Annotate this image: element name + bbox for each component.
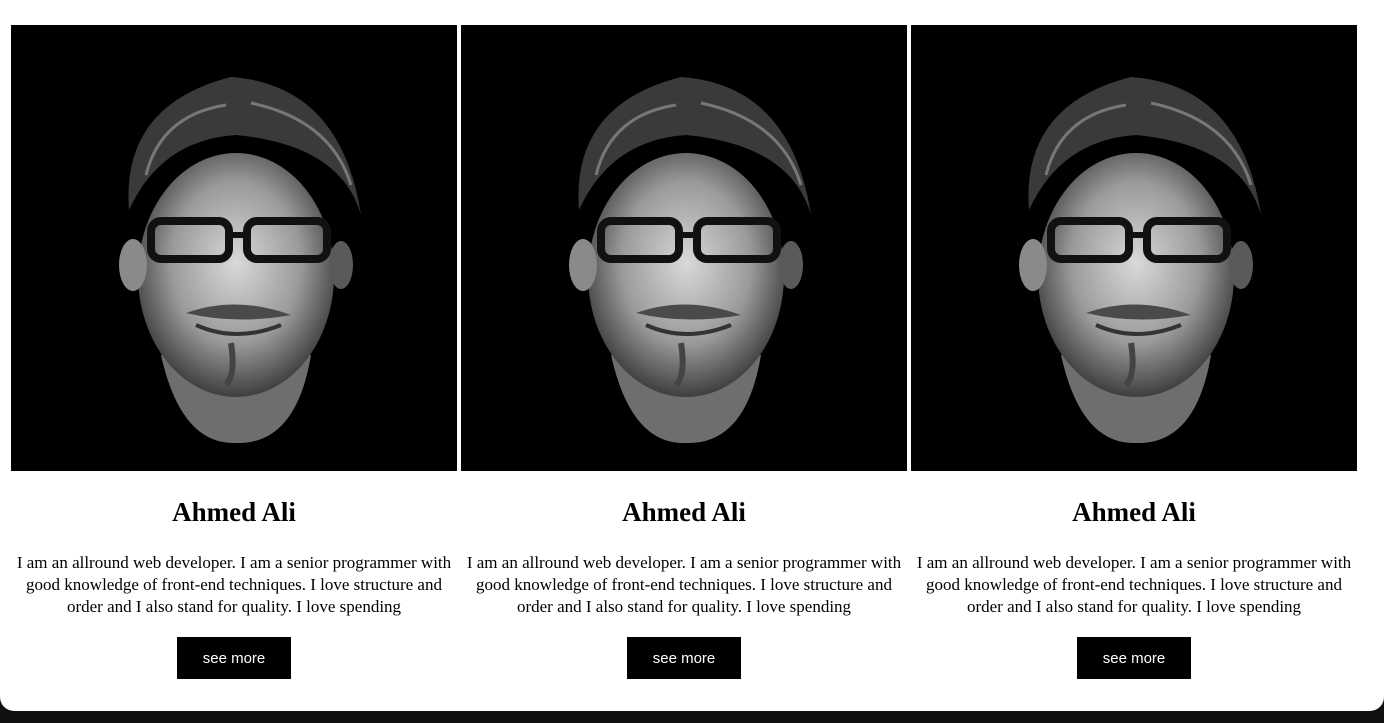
portrait-photo-icon: [461, 25, 907, 471]
profile-photo: [461, 25, 907, 471]
see-more-button[interactable]: see more: [627, 637, 741, 679]
profile-bio: I am an allround web developer. I am a s…: [16, 553, 452, 616]
profile-bio: I am an allround web developer. I am a s…: [466, 553, 902, 616]
profile-name: Ahmed Ali: [1072, 497, 1196, 527]
profile-name: Ahmed Ali: [622, 497, 746, 527]
page: Ahmed Ali I am an allround web developer…: [0, 0, 1384, 711]
profile-card: Ahmed Ali I am an allround web developer…: [911, 25, 1357, 711]
portrait-photo-icon: [11, 25, 457, 471]
profile-photo: [11, 25, 457, 471]
profile-bio: I am an allround web developer. I am a s…: [916, 553, 1352, 616]
see-more-button[interactable]: see more: [177, 637, 291, 679]
see-more-button[interactable]: see more: [1077, 637, 1191, 679]
portrait-photo-icon: [911, 25, 1357, 471]
profile-card: Ahmed Ali I am an allround web developer…: [461, 25, 907, 711]
profile-card: Ahmed Ali I am an allround web developer…: [11, 25, 457, 711]
profile-name: Ahmed Ali: [172, 497, 296, 527]
profile-photo: [911, 25, 1357, 471]
